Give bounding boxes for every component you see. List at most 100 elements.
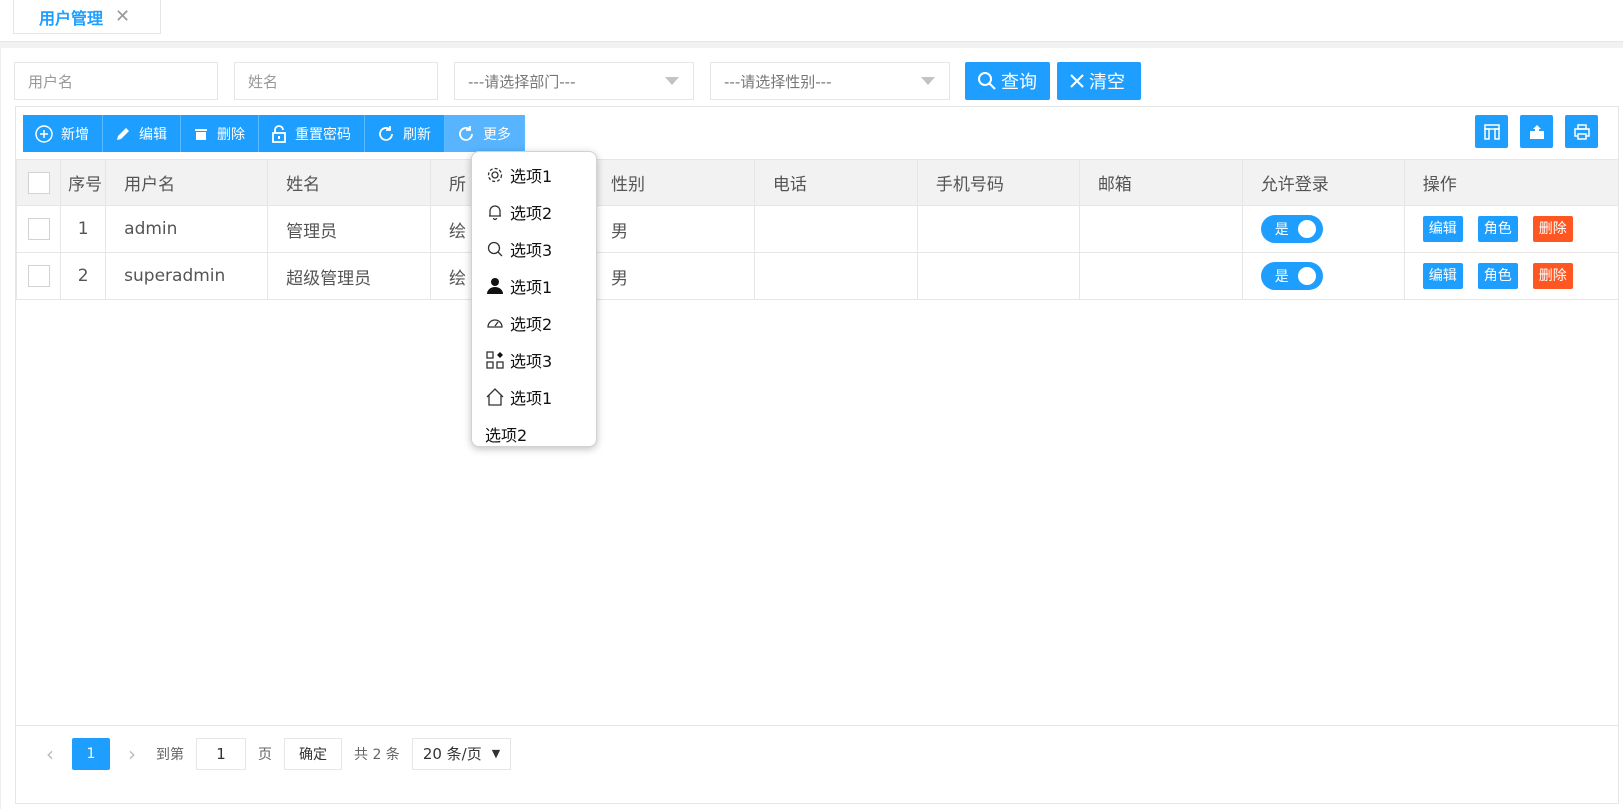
clear-label: 清空 (1089, 72, 1125, 93)
header-phone: 电话 (753, 159, 918, 206)
menu-item[interactable]: 选项1 (472, 156, 596, 193)
header-index: 序号 (60, 159, 107, 206)
login-toggle[interactable]: 是 (1260, 262, 1323, 290)
page-input[interactable]: 1 (196, 737, 246, 770)
header-name: 姓名 (267, 159, 432, 206)
header-gender: 性别 (591, 159, 755, 206)
home-icon (485, 387, 505, 406)
refresh-icon (379, 125, 393, 141)
menu-item-label: 选项3 (510, 351, 553, 371)
cell-mobile (916, 252, 1080, 300)
prev-page-icon[interactable]: ‹ (36, 742, 64, 766)
export-button[interactable] (1520, 115, 1553, 148)
columns-icon (1483, 123, 1500, 140)
header-username: 用户名 (105, 159, 269, 206)
cell-username: superadmin (105, 252, 269, 300)
edit-button[interactable]: 编辑 (103, 115, 181, 152)
next-page-icon[interactable]: › (118, 742, 146, 766)
department-select[interactable]: ---请选择部门--- (454, 62, 694, 100)
reset-password-button[interactable]: 重置密码 (259, 115, 365, 152)
row-delete-button[interactable]: 删除 (1532, 216, 1573, 242)
pagination: ‹ 1 › 到第 1 页 确定 共 2 条 20 条/页 ▼ (16, 725, 1619, 781)
gender-select-value: ---请选择性别--- (724, 72, 832, 91)
select-all-cell (15, 159, 62, 206)
cell-mobile (916, 205, 1080, 253)
menu-item[interactable]: 选项2 (472, 304, 596, 341)
row-edit-button[interactable]: 编辑 (1422, 216, 1463, 242)
tab-user-management[interactable]: 用户管理 ✕ (13, 0, 161, 34)
cell-gender: 男 (591, 205, 755, 253)
plus-circle-icon (35, 124, 53, 143)
print-icon (1573, 123, 1590, 140)
row-edit-button[interactable]: 编辑 (1422, 263, 1463, 289)
current-page[interactable]: 1 (72, 737, 110, 770)
login-toggle-label: 是 (1274, 269, 1289, 285)
print-button[interactable] (1565, 115, 1598, 148)
gender-select[interactable]: ---请选择性别--- (710, 62, 950, 100)
cell-index: 1 (60, 205, 107, 253)
row-select-cell (15, 252, 62, 300)
cell-login: 是 (1241, 205, 1405, 253)
refresh-label: 刷新 (403, 126, 431, 143)
table-tools (1475, 115, 1598, 148)
menu-item[interactable]: 选项2 (472, 193, 596, 230)
chevron-down-icon (665, 77, 679, 85)
row-checkbox[interactable] (27, 218, 50, 240)
table-row: 1 admin 管理员 绘 男 是 编辑 角色 删除 (15, 205, 1620, 253)
query-label: 查询 (1001, 72, 1037, 93)
row-checkbox[interactable] (27, 265, 50, 287)
toolbar: 新增 编辑 删除 重置密码 刷新 更多 (23, 115, 525, 152)
row-select-cell (15, 205, 62, 253)
login-toggle-label: 是 (1274, 222, 1289, 238)
menu-item-label: 选项1 (510, 166, 553, 186)
menu-item[interactable]: 选项2 (472, 415, 596, 452)
select-all-checkbox[interactable] (27, 171, 50, 194)
delete-button[interactable]: 删除 (181, 115, 259, 152)
menu-item-label: 选项3 (510, 240, 553, 260)
tab-label: 用户管理 (39, 8, 104, 28)
menu-item-label: 选项1 (510, 388, 553, 408)
refresh-button[interactable]: 刷新 (365, 115, 445, 152)
more-label: 更多 (483, 126, 511, 143)
header-mobile: 手机号码 (916, 159, 1080, 206)
row-role-button[interactable]: 角色 (1477, 263, 1518, 289)
confirm-button[interactable]: 确定 (284, 737, 342, 770)
menu-item-label: 选项2 (510, 314, 553, 334)
gear-icon (485, 166, 505, 184)
cell-actions: 编辑 角色 删除 (1403, 252, 1620, 300)
close-icon[interactable]: ✕ (115, 6, 130, 27)
row-delete-button[interactable]: 删除 (1532, 263, 1573, 289)
username-input[interactable]: 用户名 (14, 62, 218, 100)
chevron-down-icon (921, 77, 935, 85)
cell-login: 是 (1241, 252, 1405, 300)
menu-item-label: 选项2 (510, 203, 553, 223)
name-input[interactable]: 姓名 (234, 62, 438, 100)
gauge-icon (485, 314, 505, 332)
menu-item[interactable]: 选项3 (472, 230, 596, 267)
cell-email (1078, 252, 1243, 300)
toggle-knob (1297, 267, 1316, 285)
page-size-value: 20 条/页 (422, 745, 482, 763)
menu-item[interactable]: 选项1 (472, 378, 596, 415)
clear-button[interactable]: 清空 (1057, 62, 1141, 100)
login-toggle[interactable]: 是 (1260, 215, 1323, 243)
add-button[interactable]: 新增 (23, 115, 103, 152)
more-dropdown-menu: 选项1 选项2 选项3 选项1 选项2 选项3 选项1 选项2 (471, 151, 597, 447)
query-button[interactable]: 查询 (965, 62, 1050, 100)
row-role-button[interactable]: 角色 (1477, 216, 1518, 242)
unlock-icon (272, 124, 286, 143)
close-icon (1070, 74, 1084, 88)
delete-label: 删除 (217, 126, 245, 143)
header-email: 邮箱 (1078, 159, 1243, 206)
menu-item[interactable]: 选项3 (472, 341, 596, 378)
add-label: 新增 (61, 126, 89, 143)
user-icon (485, 277, 505, 295)
user-table: 序号 用户名 姓名 所 性别 电话 手机号码 邮箱 允许登录 操作 1 admi… (15, 159, 1620, 300)
cell-name: 管理员 (267, 205, 432, 253)
menu-item[interactable]: 选项1 (472, 267, 596, 304)
search-icon (485, 240, 505, 258)
more-button[interactable]: 更多 (445, 115, 525, 152)
columns-button[interactable] (1475, 115, 1508, 148)
menu-item-label: 选项1 (510, 277, 553, 297)
page-size-select[interactable]: 20 条/页 ▼ (411, 737, 512, 770)
